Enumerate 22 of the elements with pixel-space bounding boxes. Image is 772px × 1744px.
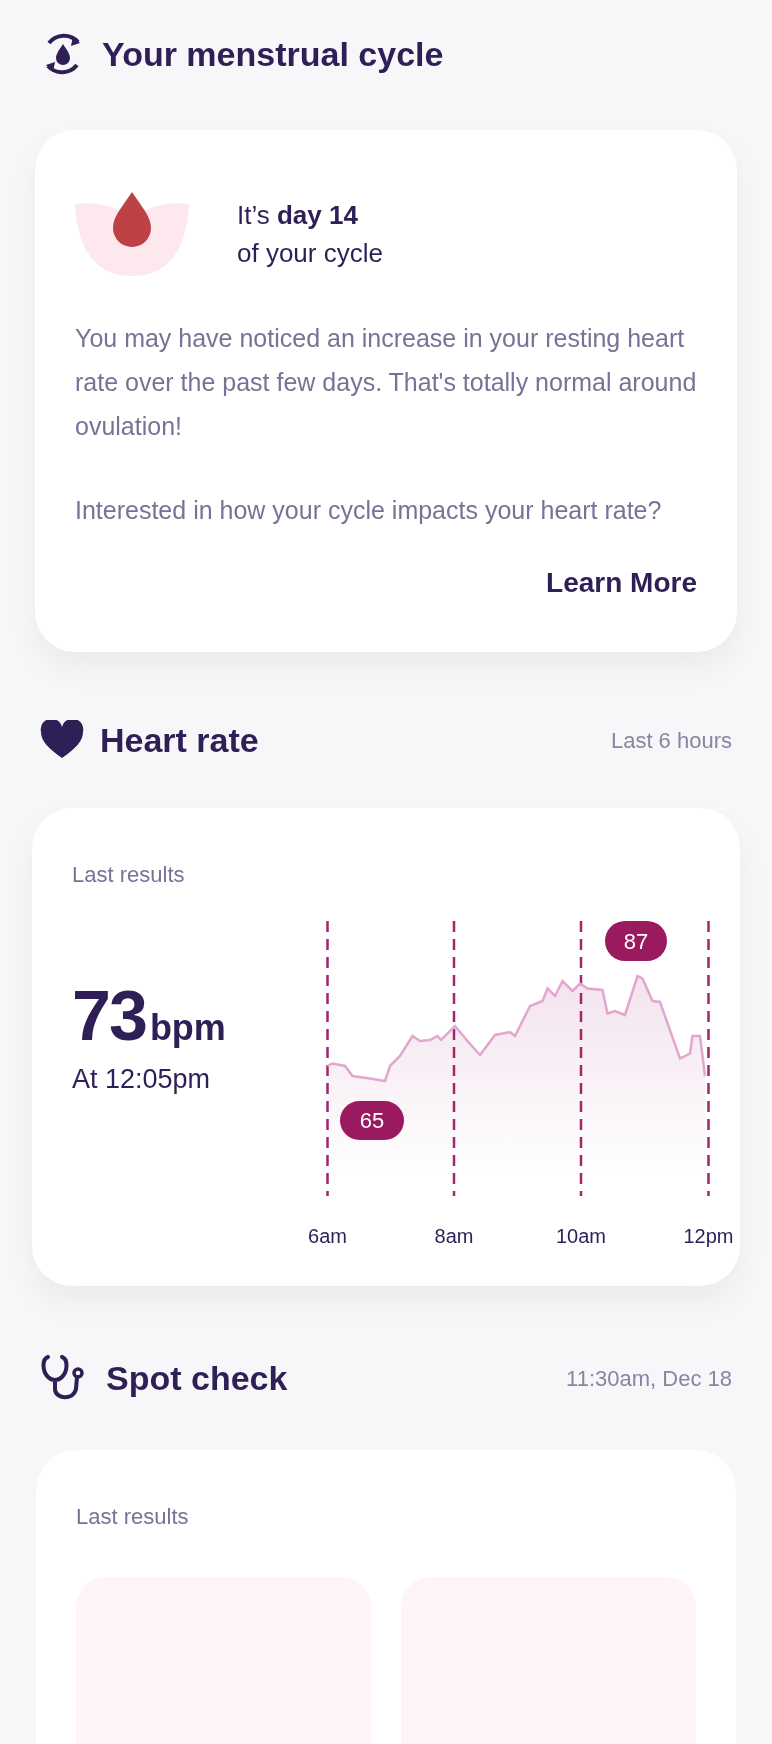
max-value-badge: 87: [605, 921, 667, 961]
x-axis-label: 8am: [433, 1224, 475, 1249]
section-title: Spot check: [106, 1357, 288, 1399]
last-results-label: Last results: [76, 1504, 189, 1529]
x-axis-label: 6am: [307, 1224, 348, 1249]
timestamp-label: 11:30am, Dec 18: [566, 1364, 732, 1393]
heart-rate-value: 73: [72, 981, 146, 1051]
section-title: Your menstrual cycle: [102, 33, 444, 75]
x-axis-label: 12pm: [682, 1224, 735, 1249]
cycle-day-text: It’s day 14: [237, 199, 359, 232]
blood-drop-icon: [75, 192, 189, 276]
heart-rate-unit: bpm: [149, 1006, 226, 1050]
time-period-label: Last 6 hours: [610, 726, 732, 755]
last-results-label: Last results: [72, 862, 185, 887]
cycle-day-subtext: of your cycle: [237, 237, 383, 270]
measurement-time: At 12:05pm: [72, 1063, 212, 1096]
learn-more-link[interactable]: Learn More: [546, 562, 697, 604]
cycle-paragraph: You may have noticed an increase in your resting heart rate over the past few days. That's totally normal around ovulation!: [75, 323, 697, 442]
cycle-paragraph: Interested in how your cycle impacts your heart rate?: [75, 495, 663, 526]
x-axis-label: 10am: [555, 1224, 607, 1249]
section-title: Heart rate: [100, 719, 259, 761]
heart-icon: [40, 720, 84, 760]
